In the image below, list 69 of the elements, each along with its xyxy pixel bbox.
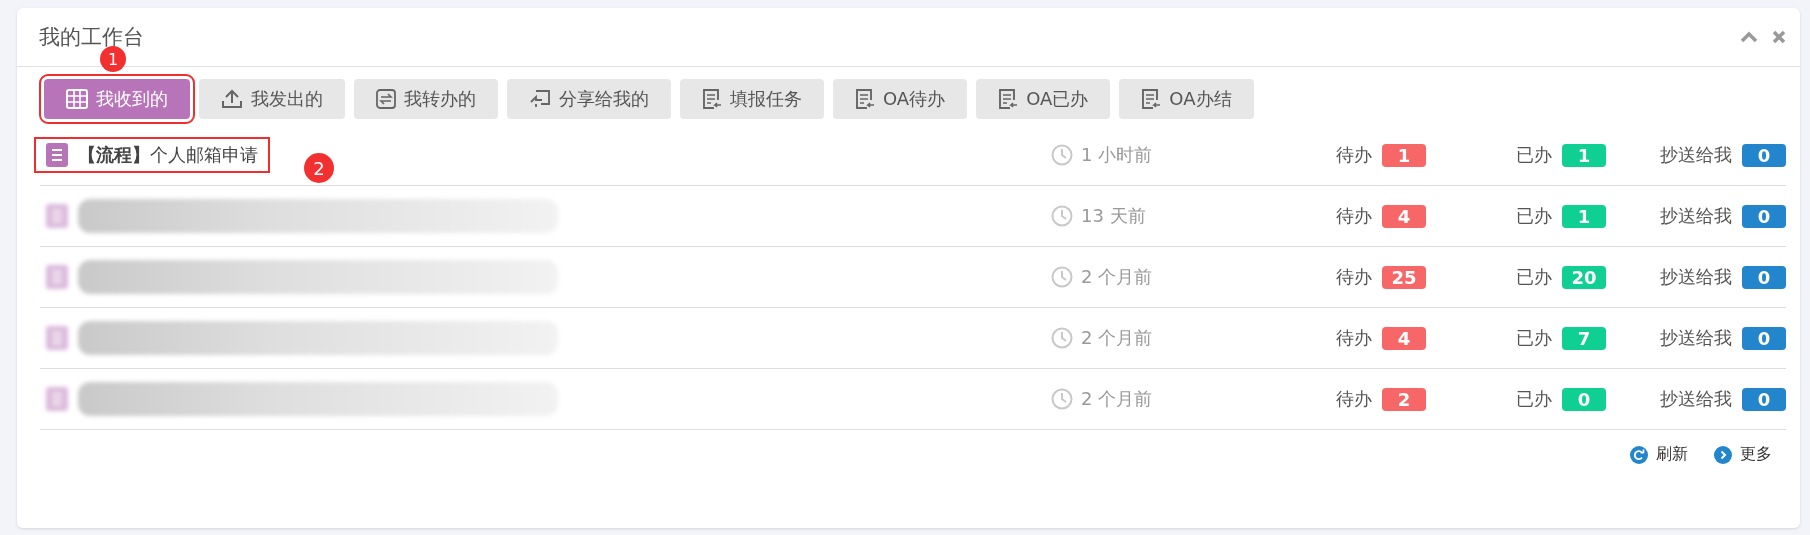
count-label: 已办 (1516, 143, 1552, 167)
document-icon (702, 89, 722, 109)
document-icon (46, 265, 68, 289)
document-icon (1141, 89, 1162, 109)
grid-icon (66, 89, 88, 109)
document-icon (46, 204, 68, 228)
count-label: 待办 (1336, 326, 1372, 350)
count-label: 已办 (1516, 204, 1552, 228)
count-badge: 0 (1742, 387, 1786, 411)
count-badge: 1 (1382, 143, 1426, 167)
count-label: 已办 (1516, 387, 1552, 411)
document-icon (46, 387, 68, 411)
count-badge: 4 (1382, 326, 1426, 350)
time-text: 2 个月前 (1081, 387, 1153, 411)
count-badge: 25 (1382, 265, 1426, 289)
document-icon (998, 89, 1019, 109)
count-badge: 20 (1562, 265, 1606, 289)
refresh-link[interactable]: 刷新 (1630, 444, 1688, 465)
upload-icon (221, 89, 243, 109)
count-badge: 0 (1742, 204, 1786, 228)
clock-icon (1051, 388, 1073, 410)
count-badge: 0 (1742, 326, 1786, 350)
more-link[interactable]: 更多 (1714, 444, 1772, 465)
count-badge: 1 (1562, 204, 1606, 228)
count-label: 待办 (1336, 265, 1372, 289)
count-badge: 0 (1742, 265, 1786, 289)
count-badge: 2 (1382, 387, 1426, 411)
document-icon (855, 89, 875, 109)
count-badge: 0 (1562, 387, 1606, 411)
tab[interactable]: 分享给我的 (507, 79, 671, 119)
tab[interactable]: 填报任务 (680, 79, 824, 119)
clock-icon (1051, 266, 1073, 288)
clock-icon (1051, 144, 1073, 166)
count-label: 待办 (1336, 387, 1372, 411)
count-label: 抄送给我 (1660, 326, 1732, 350)
count-label: 已办 (1516, 265, 1552, 289)
count-label: 抄送给我 (1660, 265, 1732, 289)
count-label: 待办 (1336, 204, 1372, 228)
document-icon (46, 326, 68, 350)
count-label: 抄送给我 (1660, 143, 1732, 167)
count-badge: 0 (1742, 143, 1786, 167)
count-label: 待办 (1336, 143, 1372, 167)
clock-icon (1051, 327, 1073, 349)
tab[interactable]: OA已办 (976, 79, 1111, 119)
count-badge: 1 (1562, 143, 1606, 167)
count-label: 抄送给我 (1660, 204, 1732, 228)
tab[interactable]: 我转办的 (354, 79, 498, 119)
close-icon[interactable] (1772, 30, 1786, 44)
time-text: 1 小时前 (1081, 143, 1153, 167)
count-badge: 4 (1382, 204, 1426, 228)
count-label: 已办 (1516, 326, 1552, 350)
refresh-icon (1630, 445, 1648, 464)
transfer-icon (376, 89, 396, 109)
step-marker: 2 (304, 153, 334, 183)
tab[interactable]: OA待办 (833, 79, 968, 119)
count-badge: 7 (1562, 326, 1606, 350)
time-text: 2 个月前 (1081, 326, 1153, 350)
time-text: 2 个月前 (1081, 265, 1153, 289)
tab[interactable]: 我发出的 (199, 79, 345, 119)
collapse-icon[interactable] (1740, 31, 1758, 43)
tab[interactable]: OA办结 (1119, 79, 1254, 119)
time-text: 13 天前 (1081, 204, 1146, 228)
item-title[interactable]: 【流程】个人邮箱申请 (78, 143, 258, 167)
chevron-right-icon (1714, 445, 1732, 464)
count-label: 抄送给我 (1660, 387, 1732, 411)
document-icon (46, 143, 68, 167)
clock-icon (1051, 205, 1073, 227)
step-marker: 1 (100, 46, 126, 72)
share-icon (529, 89, 551, 109)
